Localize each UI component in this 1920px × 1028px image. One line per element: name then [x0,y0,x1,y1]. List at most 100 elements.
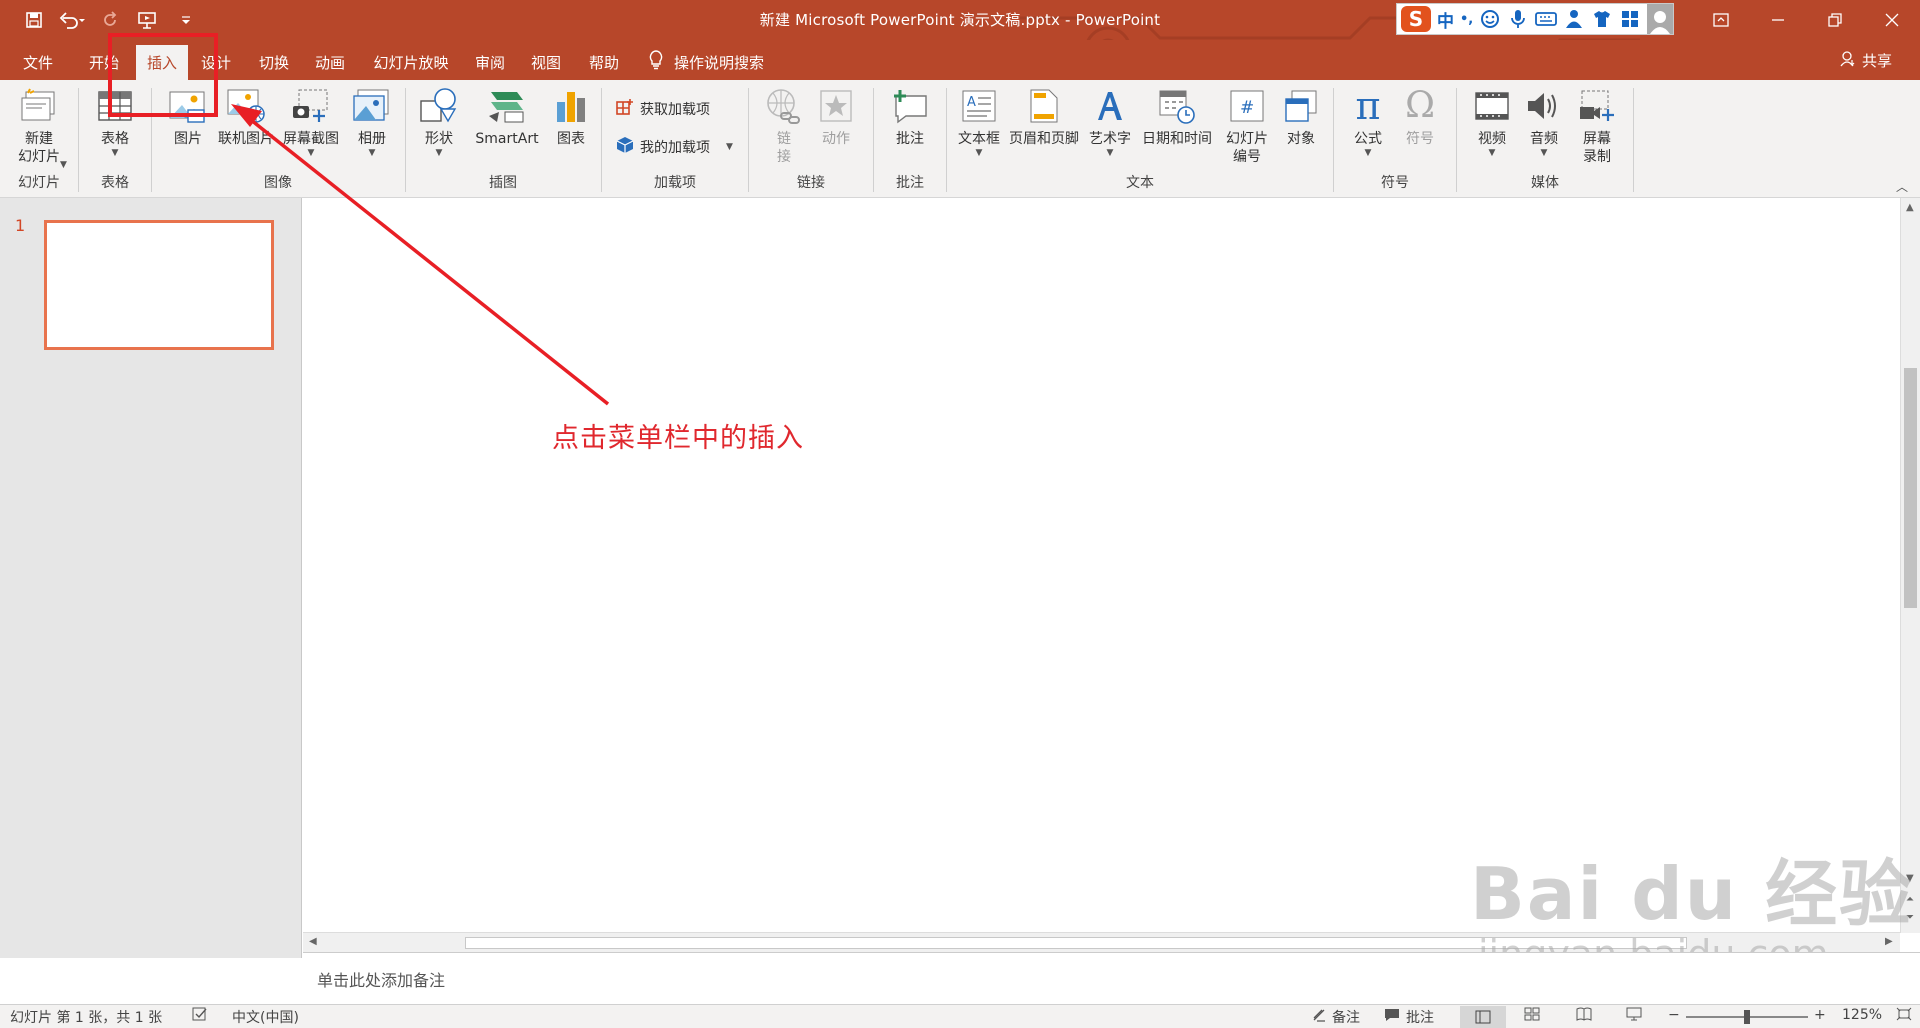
scrollbar-thumb[interactable] [1904,368,1917,608]
tab-transitions[interactable]: 切换 [248,45,300,80]
online-picture-button[interactable]: 联机图片 [214,86,278,148]
group-label-addins: 加载项 [654,175,696,191]
object-button[interactable]: 对象 [1275,86,1327,148]
group-text: A 文本框 ▼ 页眉和页脚 艺术字 ▼ 日期和时间 # 幻灯片 编号 对象 文本 [947,84,1333,196]
link-button[interactable]: 链 接 [761,86,807,166]
tab-slideshow[interactable]: 幻灯片放映 [364,45,458,80]
header-footer-button[interactable]: 页眉和页脚 [1005,86,1083,148]
avatar[interactable] [1647,4,1673,34]
slide-thumbnail[interactable] [44,220,274,350]
screen-recording-button[interactable]: 屏幕 录制 [1571,86,1623,166]
tab-file[interactable]: 文件 [10,45,66,80]
chart-button[interactable]: 图表 [546,86,596,148]
skin-icon[interactable] [1591,8,1613,30]
close-icon[interactable] [1863,0,1920,40]
smartart-button[interactable]: SmartArt [466,86,548,148]
add-store-icon [616,98,634,120]
datetime-button[interactable]: 日期和时间 [1135,86,1219,148]
vertical-scrollbar[interactable]: ▲ ▼ ⏶ ⏷ [1900,198,1920,933]
slide-number-label-1: 幻灯片 [1226,131,1268,147]
tab-help[interactable]: 帮助 [578,45,630,80]
shapes-caret-icon: ▼ [435,148,443,158]
notes-toggle[interactable]: 备注 [1312,1007,1360,1027]
scroll-up-icon[interactable]: ▲ [1906,202,1914,213]
zoom-out-icon[interactable]: − [1668,1007,1680,1023]
user-icon[interactable] [1563,8,1585,30]
comment-button[interactable]: 批注 [884,86,936,148]
language-indicator[interactable]: 中文(中国) [232,1007,299,1027]
collapse-ribbon-icon[interactable]: ︿ [1896,178,1908,195]
ime-toolbar[interactable]: S 中 •, [1396,3,1674,35]
action-label: 动作 [822,131,850,147]
action-button[interactable]: 动作 [811,86,861,148]
notes-icon [1312,1008,1326,1026]
toolbox-icon[interactable] [1619,8,1641,30]
sogou-logo-icon[interactable]: S [1401,6,1431,32]
chart-icon [551,86,591,126]
zoom-in-icon[interactable]: + [1814,1007,1826,1023]
my-addins-label: 我的加载项 [640,140,710,156]
video-label: 视频 [1478,131,1506,147]
shapes-icon [419,86,459,126]
speaker-icon [1524,86,1564,126]
notes-pane[interactable]: 单击此处添加备注 [303,952,1920,1002]
group-media: 视频 ▼ 音频 ▼ 屏幕 录制 媒体 [1457,84,1633,196]
share-label: 共享 [1861,52,1892,70]
ime-punct[interactable]: •, [1460,12,1473,27]
omega-icon: Ω [1405,85,1435,126]
my-addins-icon [616,136,634,158]
emoji-icon[interactable] [1479,8,1501,30]
restore-icon[interactable] [1806,0,1863,40]
slide-count: 幻灯片 第 1 张，共 1 张 [10,1010,163,1026]
share-button[interactable]: 共享 [1840,50,1892,71]
group-links: 链 接 动作 链接 [749,84,873,196]
textbox-caret-icon: ▼ [975,148,983,158]
spell-check-icon[interactable] [192,1007,208,1021]
equation-button[interactable]: π 公式 ▼ [1342,86,1394,158]
album-button[interactable]: 相册 ▼ [346,86,398,158]
screenshot-button[interactable]: 屏幕截图 ▼ [278,86,344,158]
video-button[interactable]: 视频 ▼ [1467,86,1517,158]
get-addins-button[interactable]: 获取加载项 [616,98,710,120]
comment-icon [1384,1008,1400,1026]
slideshow-view-icon[interactable] [1626,1007,1642,1021]
online-picture-label: 联机图片 [218,131,274,147]
zoom-slider-knob[interactable] [1744,1010,1750,1024]
slide-sorter-icon[interactable] [1524,1007,1540,1021]
calendar-clock-icon [1157,86,1197,126]
datetime-label: 日期和时间 [1142,131,1212,147]
microphone-icon[interactable] [1507,8,1529,30]
album-label: 相册 [358,131,386,147]
symbol-button[interactable]: Ω 符号 [1394,86,1446,148]
ribbon-tabs: 文件 开始 插入 设计 切换 动画 幻灯片放映 审阅 视图 帮助 操作说明搜索 … [0,40,1920,80]
minimize-icon[interactable] [1749,0,1806,40]
svg-text:#: # [1240,98,1254,118]
my-addins-button[interactable]: 我的加载项 ▼ [616,136,733,158]
keyboard-icon[interactable] [1535,8,1558,30]
reading-view-icon[interactable] [1576,1007,1592,1021]
screen-recording-icon [1577,86,1617,126]
comments-toggle[interactable]: 批注 [1384,1007,1434,1027]
ribbon-display-options-icon[interactable] [1692,0,1749,40]
scroll-left-icon[interactable]: ◀ [309,936,317,947]
fit-to-window-icon[interactable] [1896,1007,1912,1021]
tab-review[interactable]: 审阅 [464,45,516,80]
wordart-button[interactable]: 艺术字 ▼ [1085,86,1135,158]
new-slide-caret-icon[interactable]: ▼ [60,160,67,170]
shapes-label: 形状 [425,131,453,147]
zoom-level[interactable]: 125% [1842,1007,1882,1023]
link-label-2: 接 [777,149,791,165]
tell-me-search[interactable]: 操作说明搜索 [648,50,764,74]
tab-animations[interactable]: 动画 [304,45,356,80]
group-symbols: π 公式 ▼ Ω 符号 符号 [1334,84,1456,196]
tab-view[interactable]: 视图 [520,45,572,80]
slide-number-icon: # [1227,86,1267,126]
audio-button[interactable]: 音频 ▼ [1519,86,1569,158]
ime-mode[interactable]: 中 [1437,7,1454,32]
slide-number-button[interactable]: # 幻灯片 编号 [1219,86,1275,166]
new-slide-button[interactable]: 新建 幻灯片 [8,86,70,166]
shapes-button[interactable]: 形状 ▼ [414,86,464,158]
textbox-button[interactable]: A 文本框 ▼ [953,86,1005,158]
normal-view-icon[interactable] [1460,1006,1506,1028]
slide-editor[interactable] [303,198,1903,933]
